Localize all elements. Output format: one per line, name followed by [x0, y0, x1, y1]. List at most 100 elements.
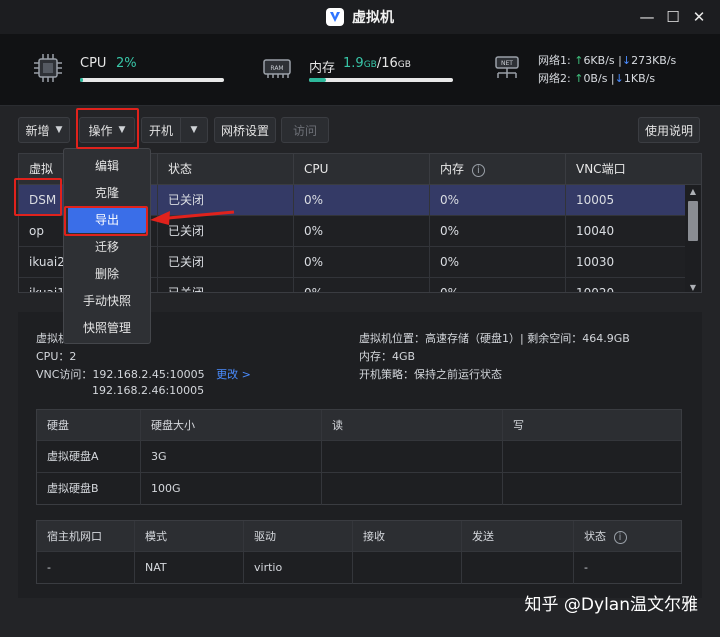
memory-usage-fill: [309, 78, 327, 82]
vm-status: 已关闭: [157, 247, 293, 278]
annotation-arrow-icon: [150, 210, 235, 225]
vm-memory: 0%: [429, 216, 565, 247]
column-header-cpu[interactable]: CPU: [293, 154, 429, 185]
app-logo-icon: [326, 8, 344, 26]
ram-icon: RAM: [263, 59, 291, 78]
disk-name: 虚拟硬盘B: [47, 482, 99, 495]
vm-vnc-port: 10040: [565, 216, 686, 247]
power-on-button[interactable]: 开机: [141, 117, 181, 143]
change-vnc-link[interactable]: 更改 >: [216, 368, 251, 381]
vm-memory: 0%: [429, 247, 565, 278]
help-label: 使用说明: [644, 123, 693, 138]
close-icon[interactable]: ✕: [688, 7, 710, 27]
column-header-driver: 驱动: [243, 521, 352, 552]
column-header-host-port: 宿主机网口: [47, 530, 102, 543]
detail-vnc-addr1: 192.168.2.45:10005: [92, 368, 205, 381]
network-1-up: 6KB/s: [583, 54, 615, 67]
column-header-memory[interactable]: 内存 i: [429, 154, 565, 185]
network-2-label: 网络2:: [538, 72, 571, 85]
minimize-icon[interactable]: —: [636, 7, 658, 27]
column-header-disk: 硬盘: [47, 419, 69, 432]
watermark: 知乎 @Dylan温文尔雅: [524, 595, 698, 615]
download-arrow-icon: ↓: [614, 72, 624, 85]
network-1-label: 网络1:: [538, 54, 571, 67]
vm-cpu: 0%: [293, 278, 429, 292]
network-1-down: 273KB/s: [631, 54, 677, 67]
column-header-state: 状态 i: [573, 521, 681, 552]
nic-table: 宿主机网口 模式 驱动 接收 发送 状态 i - NAT virtio -: [36, 520, 682, 584]
info-icon[interactable]: i: [471, 164, 485, 177]
memory-value: 1.9GB/16GB: [343, 56, 411, 71]
menu-item-edit[interactable]: 编辑: [64, 153, 150, 179]
menu-item-manual-snapshot[interactable]: 手动快照: [64, 288, 150, 314]
disk-size: 3G: [140, 441, 321, 473]
network-2-down: 1KB/s: [623, 72, 656, 85]
cpu-usage-fill: [80, 78, 83, 82]
scrollbar-thumb[interactable]: [688, 201, 698, 241]
title-bar: 虚拟机: [0, 0, 720, 34]
scroll-down-icon[interactable]: ▼: [685, 283, 701, 292]
nic-receive: [352, 552, 461, 584]
maximize-icon[interactable]: ☐: [662, 7, 684, 27]
vm-cpu: 0%: [293, 247, 429, 278]
disk-row[interactable]: 虚拟硬盘B 100G: [37, 473, 681, 505]
column-header-disk-size: 硬盘大小: [140, 410, 321, 441]
chevron-down-icon: ▼: [190, 125, 198, 135]
power-on-label: 开机: [148, 123, 173, 138]
new-vm-button[interactable]: 新增 ▼: [18, 117, 70, 143]
memory-usage-bar: [309, 78, 453, 82]
disk-read: [321, 473, 502, 505]
nic-row[interactable]: - NAT virtio -: [37, 552, 681, 584]
memory-total: 16: [381, 56, 398, 71]
column-header-status[interactable]: 状态: [157, 154, 293, 185]
vm-details-panel: 虚拟机 CPU：2 VNC访问：192.168.2.45:10005 更改 > …: [18, 312, 702, 598]
actions-dropdown-button[interactable]: 操作 ▼: [79, 117, 135, 143]
menu-item-clone[interactable]: 克隆: [64, 180, 150, 206]
vm-cpu: 0%: [293, 185, 429, 216]
chevron-down-icon: ▼: [55, 125, 63, 135]
column-header-name[interactable]: 虚拟机名: [19, 154, 64, 185]
column-header-send: 发送: [461, 521, 573, 552]
nic-table-header: 宿主机网口 模式 驱动 接收 发送 状态 i: [37, 521, 681, 552]
network-2-line: 网络2: ↑0B/s |↓1KB/s: [538, 70, 655, 86]
disk-row[interactable]: 虚拟硬盘A 3G: [37, 441, 681, 473]
nic-host-port: -: [47, 561, 51, 574]
window-title: 虚拟机: [352, 10, 394, 26]
memory-total-unit: GB: [397, 60, 411, 70]
disk-write: [502, 473, 681, 505]
vm-vnc-port: 10030: [565, 247, 686, 278]
detail-memory: 内存：4GB: [359, 350, 416, 363]
svg-text:NET: NET: [501, 60, 513, 67]
help-button[interactable]: 使用说明: [638, 117, 700, 143]
cpu-label: CPU: [80, 56, 107, 71]
bridge-settings-button[interactable]: 网桥设置: [214, 117, 276, 143]
vm-vnc-port: 10020: [565, 278, 686, 292]
cpu-value: 2%: [116, 56, 137, 71]
cpu-chip-icon: [34, 54, 62, 82]
network-icon: NET: [495, 56, 519, 78]
actions-label: 操作: [88, 123, 113, 138]
disk-table-header: 硬盘 硬盘大小 读 写: [37, 410, 681, 441]
disk-size: 100G: [140, 473, 321, 505]
cpu-usage-bar: [80, 78, 224, 82]
menu-item-migrate[interactable]: 迁移: [64, 234, 150, 260]
column-header-state-label: 状态: [584, 530, 606, 543]
scroll-up-icon[interactable]: ▲: [685, 187, 701, 196]
download-arrow-icon: ↓: [621, 54, 632, 67]
vm-table-scrollbar[interactable]: ▲ ▼: [685, 185, 701, 292]
menu-item-snapshot-manage[interactable]: 快照管理: [64, 315, 150, 341]
menu-item-delete[interactable]: 删除: [64, 261, 150, 287]
visit-button[interactable]: 访问: [281, 117, 329, 143]
menu-item-export[interactable]: 导出: [68, 207, 146, 233]
nic-send: [461, 552, 573, 584]
memory-used: 1.9: [343, 56, 364, 71]
detail-vnc-addr2: 192.168.2.46:10005: [92, 384, 205, 397]
column-header-vnc[interactable]: VNC端口: [565, 154, 701, 185]
resource-stats-bar: CPU 2% RAM 内存 1.9GB/16GB NET 网络1: ↑6KB/s…: [0, 34, 720, 106]
disk-name: 虚拟硬盘A: [47, 450, 99, 463]
power-options-button[interactable]: ▼: [180, 117, 208, 143]
detail-vnc: VNC访问：192.168.2.45:10005 更改 >: [36, 366, 251, 382]
memory-used-unit: GB: [363, 60, 377, 70]
new-vm-label: 新增: [25, 123, 50, 138]
info-icon[interactable]: i: [613, 531, 627, 544]
